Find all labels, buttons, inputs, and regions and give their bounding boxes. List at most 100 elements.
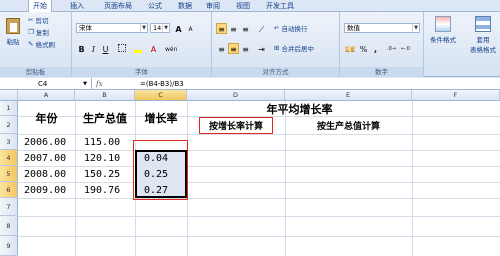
row-header-9[interactable]: 9 — [0, 236, 18, 256]
indent-icon: ⇥ — [258, 45, 265, 54]
sub-header-by-value[interactable]: 按生产总值计算 — [285, 116, 412, 134]
comma-button[interactable]: , — [370, 43, 381, 54]
italic-button[interactable]: I — [88, 43, 99, 54]
tab-page-layout[interactable]: 页面布局 — [100, 0, 136, 12]
indent-button[interactable]: ⇥ — [256, 43, 267, 54]
formula-input[interactable]: =(B4-B3)/B3 — [140, 78, 184, 90]
align-middle-icon: ≡ — [230, 25, 237, 34]
tab-home[interactable]: 开始 — [28, 0, 52, 12]
fx-icon[interactable]: fx — [96, 78, 140, 90]
column-header-c[interactable]: C — [135, 90, 187, 101]
name-box[interactable]: C4 ▼ — [0, 78, 92, 90]
column-header-d[interactable]: D — [187, 90, 285, 101]
column-header-a[interactable]: A — [18, 90, 75, 101]
red-highlight-subheader — [199, 117, 273, 134]
chevron-down-icon: ▼ — [412, 24, 419, 32]
border-button[interactable] — [116, 43, 127, 54]
decrease-decimal-button[interactable]: ←.0 — [400, 43, 411, 54]
orientation-button[interactable]: ⟋ — [256, 23, 267, 34]
row-header-6[interactable]: 6 — [0, 182, 18, 198]
number-format-select[interactable]: 数值 ▼ — [344, 23, 420, 33]
align-center-button[interactable]: ≡ — [228, 43, 239, 54]
increase-decimal-button[interactable]: .0→ — [386, 43, 397, 54]
phonetic-button[interactable]: wén — [164, 43, 177, 54]
select-all-corner[interactable] — [0, 90, 18, 101]
align-left-button[interactable]: ≡ — [216, 43, 227, 54]
cut-button[interactable]: ✂ 剪切 — [28, 15, 48, 25]
conditional-format-icon — [435, 16, 451, 32]
tab-developer[interactable]: 开发工具 — [262, 0, 298, 12]
row-header-2[interactable]: 2 — [0, 116, 18, 134]
align-bottom-button[interactable]: ≡ — [240, 23, 251, 34]
underline-button[interactable]: U — [100, 43, 111, 54]
number-group: 数值 ▼ 💴 % , .0→ ←.0 数字 — [340, 12, 424, 77]
align-right-button[interactable]: ≡ — [240, 43, 251, 54]
font-name-select[interactable]: 宋体 ▼ — [76, 23, 148, 33]
header-year[interactable]: 年份 — [18, 101, 75, 134]
gridline — [18, 198, 500, 199]
spreadsheet-grid: A B C D E F 1 2 3 4 5 6 7 8 9 年份 生产总值 增长… — [0, 90, 500, 256]
currency-button[interactable]: 💴 — [344, 43, 355, 54]
merge-icon: ⊞ — [274, 44, 280, 52]
column-header-b[interactable]: B — [75, 90, 135, 101]
align-middle-button[interactable]: ≡ — [228, 23, 239, 34]
fill-color-button[interactable] — [132, 43, 143, 54]
tab-review[interactable]: 审阅 — [202, 0, 224, 12]
header-rate[interactable]: 增长率 — [135, 101, 187, 134]
cell-b4[interactable]: 120.10 — [75, 150, 135, 166]
align-center-icon: ≡ — [230, 45, 237, 54]
column-header-e[interactable]: E — [285, 90, 412, 101]
chevron-down-icon: ▼ — [83, 81, 87, 87]
tab-formulas[interactable]: 公式 — [144, 0, 166, 12]
format-painter-button[interactable]: ✎ 格式刷 — [28, 39, 55, 49]
wrap-icon: ↵ — [274, 24, 280, 32]
align-top-button[interactable]: ≡ — [216, 23, 227, 34]
paste-button[interactable]: 粘贴 — [4, 18, 22, 46]
format-as-table-button[interactable]: 套用 表格格式 — [470, 16, 496, 54]
align-bottom-icon: ≡ — [242, 25, 249, 34]
tab-insert[interactable]: 插入 — [66, 0, 88, 12]
conditional-format-button[interactable]: 条件格式 — [430, 16, 456, 44]
formula-bar: C4 ▼ fx =(B4-B3)/B3 — [0, 78, 500, 90]
clipboard-caption: 剪贴板 — [0, 67, 71, 77]
align-right-icon: ≡ — [242, 45, 249, 54]
row-header-7[interactable]: 7 — [0, 198, 18, 216]
font-group: 宋体 ▼ 14 ▼ A A B I U A wén 字体 — [72, 12, 212, 77]
red-highlight-rates — [133, 140, 188, 200]
tab-view[interactable]: 视图 — [232, 0, 254, 12]
currency-icon: 💴 — [345, 45, 355, 54]
cell-a3[interactable]: 2006.00 — [18, 134, 75, 150]
row-header-3[interactable]: 3 — [0, 134, 18, 150]
chevron-down-icon: ▼ — [140, 24, 147, 32]
number-caption: 数字 — [340, 67, 423, 77]
bold-button[interactable]: B — [76, 43, 87, 54]
cell-b3[interactable]: 115.00 — [75, 134, 135, 150]
border-icon — [117, 44, 126, 52]
wrap-text-button[interactable]: ↵ 自动换行 — [274, 23, 307, 33]
tab-data[interactable]: 数据 — [174, 0, 196, 12]
font-color-button[interactable]: A — [148, 43, 159, 54]
increase-font-button[interactable]: A — [173, 23, 184, 34]
header-value[interactable]: 生产总值 — [75, 101, 135, 134]
cell-a4[interactable]: 2007.00 — [18, 150, 75, 166]
column-header-f[interactable]: F — [412, 90, 500, 101]
cell-a6[interactable]: 2009.00 — [18, 182, 75, 198]
font-size-select[interactable]: 14 ▼ — [150, 23, 170, 33]
cell-b5[interactable]: 150.25 — [75, 166, 135, 182]
decrease-font-button[interactable]: A — [185, 23, 196, 34]
row-header-4[interactable]: 4 — [0, 150, 18, 166]
percent-button[interactable]: % — [358, 43, 369, 54]
decrease-decimal-icon: ←.0 — [401, 46, 410, 52]
align-top-icon: ≡ — [218, 25, 225, 34]
copy-button[interactable]: ❐ 复制 — [28, 27, 49, 37]
cell-a5[interactable]: 2008.00 — [18, 166, 75, 182]
alignment-group: ≡ ≡ ≡ ⟋ ↵ 自动换行 ≡ ≡ ≡ ⇥ ⊞ 合并后居中 对齐方式 — [212, 12, 340, 77]
merged-title[interactable]: 年平均增长率 — [187, 101, 412, 116]
merge-center-button[interactable]: ⊞ 合并后居中 — [274, 43, 314, 53]
row-header-1[interactable]: 1 — [0, 101, 18, 116]
cell-b6[interactable]: 190.76 — [75, 182, 135, 198]
row-header-8[interactable]: 8 — [0, 216, 18, 236]
font-caption: 字体 — [72, 67, 211, 77]
row-header-5[interactable]: 5 — [0, 166, 18, 182]
copy-icon: ❐ — [28, 28, 34, 36]
